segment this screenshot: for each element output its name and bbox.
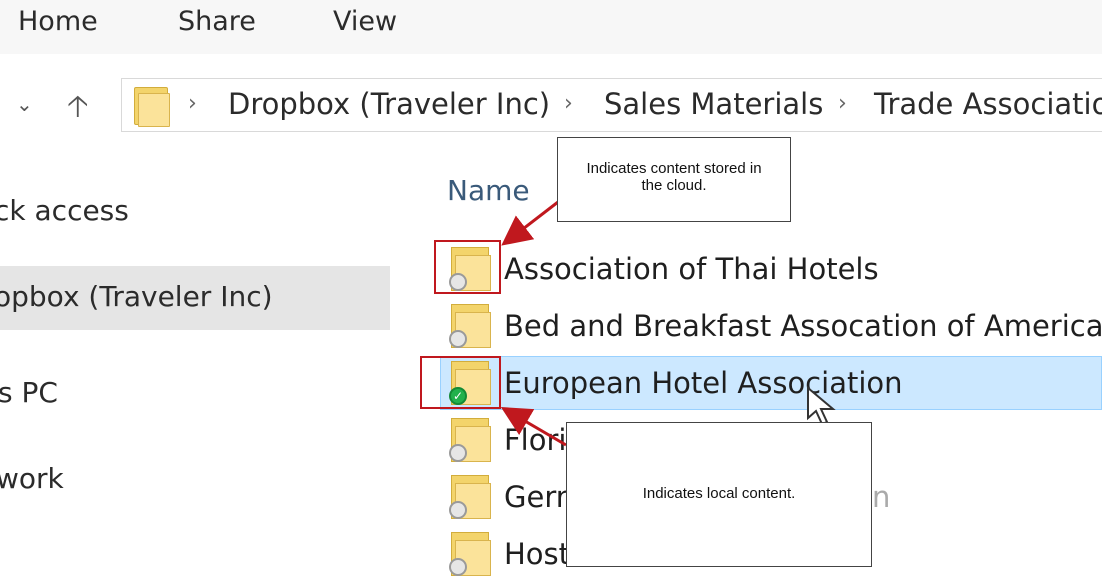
callout-cloud-line1: Indicates content stored in: [586, 160, 762, 177]
callout-cloud: Indicates content stored in the cloud.: [557, 137, 791, 222]
callout-arrows: [500, 200, 567, 447]
partial-filename-trail: n: [872, 480, 891, 514]
callout-local: Indicates local content.: [566, 422, 872, 567]
callout-cloud-line2: the cloud.: [641, 177, 707, 194]
callout-local-text: Indicates local content.: [642, 485, 796, 502]
